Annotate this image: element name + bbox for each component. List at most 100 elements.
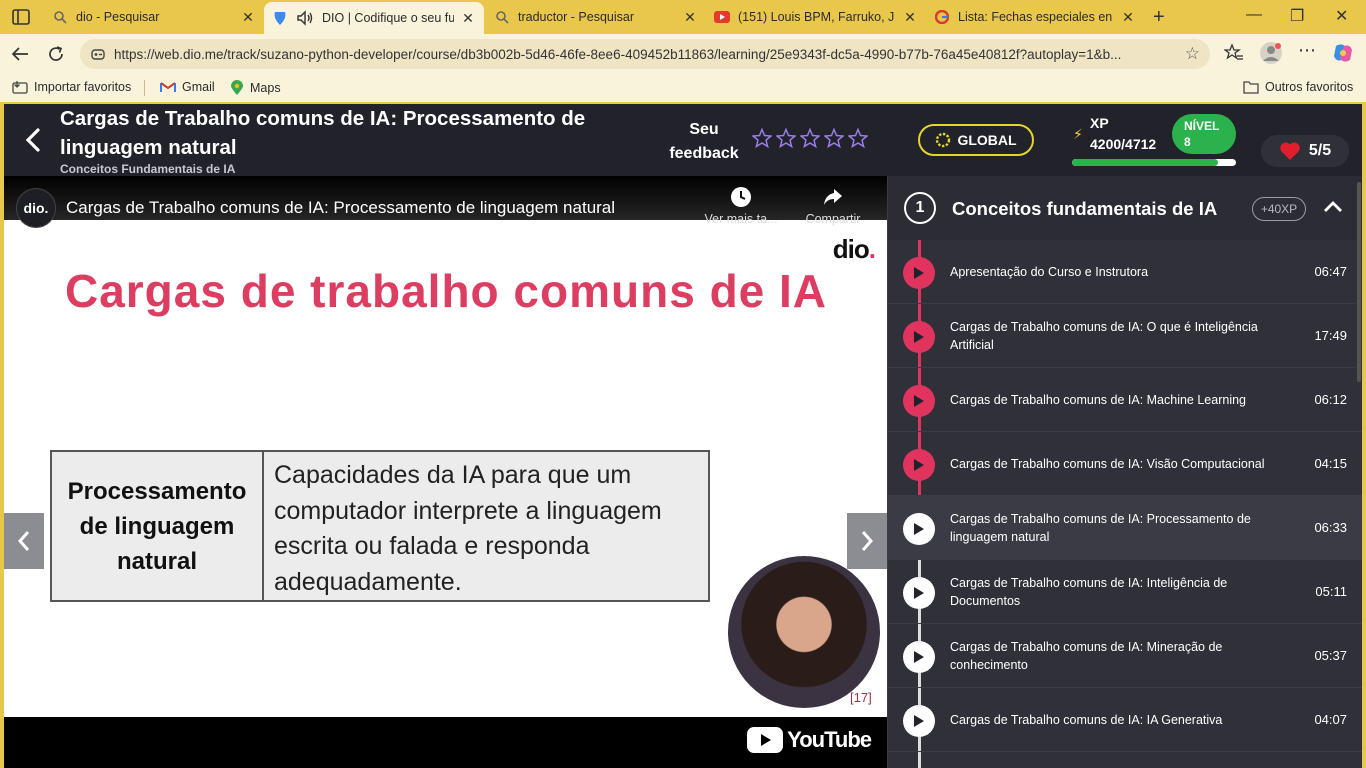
lesson-item[interactable]: Cargas de Trabalho comuns de IA: IA Gene… [888, 688, 1362, 752]
tab-close-icon[interactable]: ✕ [240, 9, 256, 26]
browser-tab-strip: dio - Pesquisar ✕ DIO | Codifique o seu … [0, 0, 1366, 34]
site-info-icon[interactable] [90, 46, 106, 65]
browser-tab[interactable]: traductor - Pesquisar ✕ [486, 3, 706, 31]
channel-avatar[interactable]: dio. [16, 188, 56, 228]
bookmark-divider [144, 80, 145, 96]
bookmark-star-icon[interactable]: ☆ [1185, 44, 1200, 64]
global-label: GLOBAL [957, 132, 1017, 148]
youtube-logo[interactable]: YouTube [747, 727, 872, 753]
chevron-left-icon [17, 531, 30, 551]
play-icon[interactable] [903, 449, 935, 481]
presenter-webcam [728, 556, 880, 708]
star-icon[interactable] [776, 128, 796, 148]
lesson-item[interactable]: Cargas de Trabalho comuns de IA: Visão C… [888, 432, 1362, 496]
heart-icon [1280, 142, 1300, 160]
lesson-duration: 06:33 [1314, 520, 1347, 535]
lesson-title: Cargas de Trabalho comuns de IA: Intelig… [950, 575, 1228, 608]
previous-lesson-button[interactable] [4, 513, 44, 569]
bookmark-gmail[interactable]: Gmail [160, 80, 215, 94]
gmail-icon [160, 81, 176, 93]
play-icon[interactable] [903, 513, 935, 545]
lesson-duration: 04:15 [1314, 456, 1347, 471]
module-xp-badge: +40XP [1252, 197, 1306, 221]
speaker-icon[interactable] [296, 10, 314, 26]
sidebar-toggle-icon[interactable] [10, 7, 32, 27]
bookmark-import[interactable]: Importar favoritos [12, 80, 131, 94]
bookmarks-bar: Importar favoritos Gmail Maps Outros fav… [0, 74, 1366, 102]
lesson-item[interactable]: Cargas de Trabalho comuns de IA: Process… [888, 496, 1362, 560]
module-number: 1 [904, 192, 936, 224]
star-icon[interactable] [824, 128, 844, 148]
video-title[interactable]: Cargas de Trabalho comuns de IA: Process… [66, 198, 615, 218]
play-icon[interactable] [903, 385, 935, 417]
play-icon[interactable] [903, 321, 935, 353]
lives-value: 5/5 [1308, 142, 1332, 159]
lesson-duration: 05:37 [1314, 648, 1347, 663]
browser-tab[interactable]: dio - Pesquisar ✕ [44, 3, 264, 31]
level-label: NÍVEL [1184, 119, 1220, 133]
lesson-item[interactable]: Cargas de Trabalho comuns de IA: Machine… [888, 368, 1362, 432]
copilot-icon[interactable] [1332, 42, 1354, 69]
dio-icon [272, 10, 288, 26]
chevron-up-icon[interactable] [1322, 198, 1344, 221]
tab-close-icon[interactable]: ✕ [902, 9, 918, 26]
url-text: https://web.dio.me/track/suzano-python-d… [114, 46, 1122, 62]
play-icon[interactable] [903, 641, 935, 673]
level-value: 8 [1184, 135, 1191, 149]
window-close-icon[interactable]: ✕ [1335, 6, 1348, 26]
play-icon[interactable] [903, 257, 935, 289]
bookmark-label: Gmail [182, 80, 215, 94]
tab-close-icon[interactable]: ✕ [460, 10, 476, 27]
minimize-icon[interactable]: — [1246, 6, 1262, 24]
back-icon[interactable] [9, 43, 31, 65]
user-stats-bar: GLOBAL ⚡ XP 4200/4712 NÍVEL 8 5/5 [887, 104, 1362, 176]
module-header[interactable]: 1 Conceitos fundamentais de IA +40XP [888, 176, 1362, 240]
lesson-title: Apresentação do Curso e Instrutora [950, 264, 1149, 279]
lesson-item[interactable]: Cargas de Trabalho comuns de IA: Intelig… [888, 560, 1362, 624]
star-icon[interactable] [752, 128, 772, 148]
video-player[interactable]: dio. Cargas de Trabalho comuns de IA: Pr… [4, 176, 887, 768]
reload-icon[interactable] [45, 43, 67, 65]
more-menu-icon[interactable]: ⋯ [1298, 40, 1316, 61]
youtube-top-bar: dio. Cargas de Trabalho comuns de IA: Pr… [4, 176, 887, 228]
address-bar[interactable]: https://web.dio.me/track/suzano-python-d… [80, 39, 1210, 69]
lives-counter: 5/5 [1261, 135, 1349, 167]
watch-later-button[interactable]: Ver mais ta... [699, 186, 783, 226]
global-ranking-button[interactable]: GLOBAL [918, 124, 1034, 156]
play-icon[interactable] [903, 705, 935, 737]
star-icon[interactable] [800, 128, 820, 148]
tab-close-icon[interactable]: ✕ [682, 9, 698, 26]
restore-icon[interactable]: ❐ [1290, 6, 1304, 26]
slide-brand-text: dio [832, 234, 870, 264]
tab-title: Lista: Fechas especiales en Colombia [958, 10, 1114, 24]
lesson-duration: 04:07 [1314, 712, 1347, 727]
scrollbar[interactable] [1357, 182, 1361, 382]
maps-icon [230, 80, 244, 96]
bolt-icon: ⚡ [1073, 126, 1083, 142]
favorites-icon[interactable] [1223, 43, 1244, 68]
browser-tab[interactable]: Lista: Fechas especiales en Colombia ✕ [926, 3, 1144, 31]
next-lesson-button[interactable] [847, 513, 887, 569]
browser-tab[interactable]: (151) Louis BPM, Farruko, J Balvin ✕ [706, 3, 926, 31]
lesson-item[interactable]: Apresentação do Curso e Instrutora 06:47 [888, 240, 1362, 304]
tab-close-icon[interactable]: ✕ [1120, 9, 1136, 26]
bookmark-other-favorites[interactable]: Outros favoritos [1243, 80, 1353, 94]
bookmark-maps[interactable]: Maps [230, 80, 281, 96]
back-arrow-icon[interactable] [22, 126, 46, 154]
dio-learning-page: Cargas de Trabalho comuns de IA: Process… [4, 104, 1362, 768]
search-icon [494, 9, 510, 25]
star-icon[interactable] [848, 128, 868, 148]
module-title: Conceitos fundamentais de IA [952, 198, 1218, 219]
google-icon [934, 9, 950, 25]
lesson-item[interactable]: Cargas de Trabalho comuns de IA: O que é… [888, 304, 1362, 368]
profile-avatar-icon[interactable] [1260, 42, 1282, 69]
youtube-wordmark: YouTube [787, 727, 872, 752]
new-tab-icon[interactable]: + [1153, 6, 1165, 29]
lesson-item[interactable]: Cargas de Trabalho comuns de IA: Mineraç… [888, 624, 1362, 688]
feedback-stars [752, 128, 868, 148]
clock-icon [731, 187, 751, 207]
play-icon[interactable] [903, 577, 935, 609]
bookmark-label: Outros favoritos [1265, 80, 1354, 94]
browser-tab-active[interactable]: DIO | Codifique o seu futuro ✕ [264, 2, 484, 34]
share-button[interactable]: Compartir [791, 186, 875, 226]
